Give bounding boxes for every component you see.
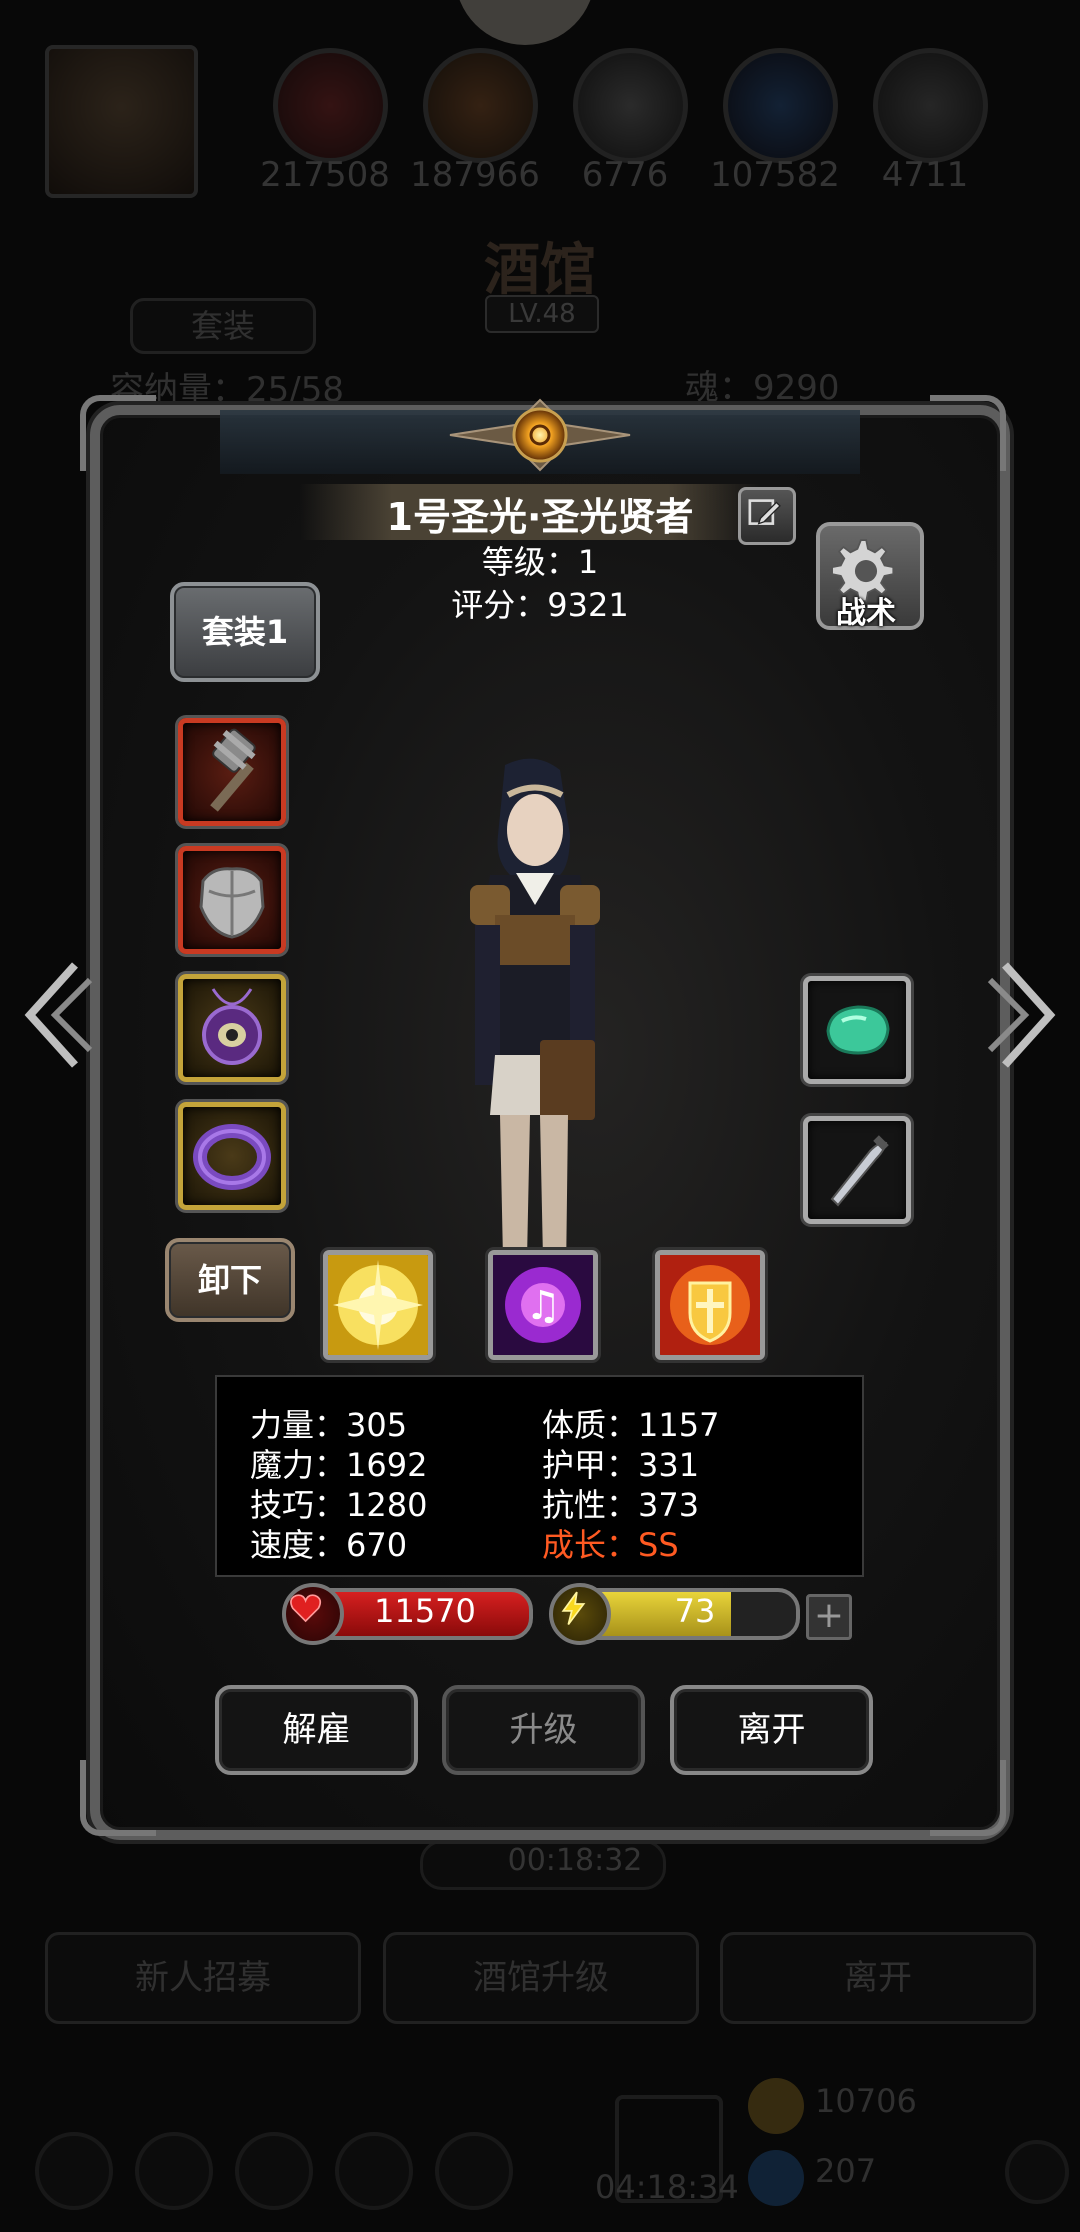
- leave-button[interactable]: 离开: [670, 1685, 873, 1775]
- next-hero-arrow-icon[interactable]: [985, 955, 1065, 1075]
- resource-icon-1: [273, 48, 388, 163]
- panel-corner-tr: [930, 395, 1006, 471]
- resource-count-5: 4711: [881, 155, 969, 195]
- player-portrait[interactable]: [45, 45, 198, 198]
- gold-count: 10706: [815, 2082, 917, 2120]
- bottom-nav-icon-5[interactable]: [435, 2132, 513, 2210]
- resource-icon-4: [723, 48, 838, 163]
- lightning-icon: [549, 1583, 611, 1645]
- recruit-timer: 00:18:32: [507, 1843, 643, 1878]
- gem-icon: [826, 1005, 890, 1055]
- gem-slot[interactable]: [803, 976, 911, 1084]
- bottom-timer: 04:18:34: [595, 2168, 739, 2206]
- hp-value: 11570: [374, 1592, 476, 1630]
- armor-slot[interactable]: [178, 846, 286, 954]
- panel-corner-br: [930, 1760, 1006, 1836]
- set-tab[interactable]: 套装: [130, 298, 316, 354]
- holy-emblem-icon: [449, 398, 631, 472]
- tavern-upgrade-button[interactable]: 酒馆升级: [383, 1932, 699, 2024]
- resource-icon-3: [573, 48, 688, 163]
- tavern-level: LV.48: [485, 295, 599, 333]
- soul-text: 魂：9290: [685, 368, 840, 408]
- resource-count-3: 6776: [581, 155, 669, 195]
- dagger-icon: [830, 1135, 889, 1207]
- resource-count-4: 107582: [710, 155, 840, 195]
- stat-speed: 速度：670: [250, 1526, 408, 1564]
- ring-icon: [193, 1124, 271, 1190]
- previous-hero-arrow-icon[interactable]: [15, 955, 95, 1075]
- bottom-nav-icon-4[interactable]: [335, 2132, 413, 2210]
- amulet-icon: [202, 988, 262, 1065]
- tactics-label: 战术: [836, 596, 896, 631]
- bottom-nav-icon-2[interactable]: [135, 2132, 213, 2210]
- resource-count-2: 187966: [410, 155, 540, 195]
- resource-icon-2: [423, 48, 538, 163]
- hero-score: 评分：9321: [451, 586, 629, 624]
- dismiss-button[interactable]: 解雇: [215, 1685, 418, 1775]
- svg-text:♫: ♫: [525, 1283, 561, 1329]
- bottom-nav-icon-1[interactable]: [35, 2132, 113, 2210]
- gem-count: 207: [815, 2152, 877, 2190]
- weapon-slot[interactable]: [178, 718, 286, 826]
- background-leave-button[interactable]: 离开: [720, 1932, 1036, 2024]
- armor-icon: [199, 867, 265, 939]
- arcane-music-icon: ♫: [493, 1255, 593, 1355]
- skill-slot-3[interactable]: [655, 1250, 765, 1360]
- holy-burst-icon: [328, 1255, 428, 1355]
- bottom-nav-icon-3[interactable]: [235, 2132, 313, 2210]
- panel-corner-tl: [80, 395, 156, 471]
- holy-shield-icon: [660, 1255, 760, 1355]
- skill-slot-2[interactable]: ♫: [488, 1250, 598, 1360]
- tavern-title: 酒馆: [484, 237, 596, 303]
- equipment-set-button[interactable]: 套装1: [170, 582, 320, 682]
- upgrade-button[interactable]: 升级: [442, 1685, 645, 1775]
- mace-icon: [210, 728, 256, 812]
- add-energy-button[interactable]: +: [806, 1594, 852, 1640]
- hero-name: 1号圣光·圣光贤者: [386, 495, 694, 539]
- gem-currency-icon: [748, 2150, 804, 2206]
- recruit-button[interactable]: 新人招募: [45, 1932, 361, 2024]
- dagger-slot[interactable]: [803, 1116, 911, 1224]
- panel-corner-bl: [80, 1760, 156, 1836]
- hero-level: 等级：1: [481, 543, 599, 581]
- gold-coin-icon: [748, 2078, 804, 2134]
- stat-growth: 成长：SS: [542, 1526, 679, 1564]
- skill-slot-1[interactable]: [323, 1250, 433, 1360]
- ring-slot[interactable]: [178, 1102, 286, 1210]
- unequip-button[interactable]: 卸下: [165, 1238, 295, 1322]
- resource-icon-5: [873, 48, 988, 163]
- amulet-slot[interactable]: [178, 974, 286, 1082]
- bottom-plus-icon[interactable]: [1005, 2140, 1069, 2204]
- resource-count-1: 217508: [260, 155, 390, 195]
- heart-icon: [282, 1583, 344, 1645]
- energy-value: 73: [674, 1592, 716, 1630]
